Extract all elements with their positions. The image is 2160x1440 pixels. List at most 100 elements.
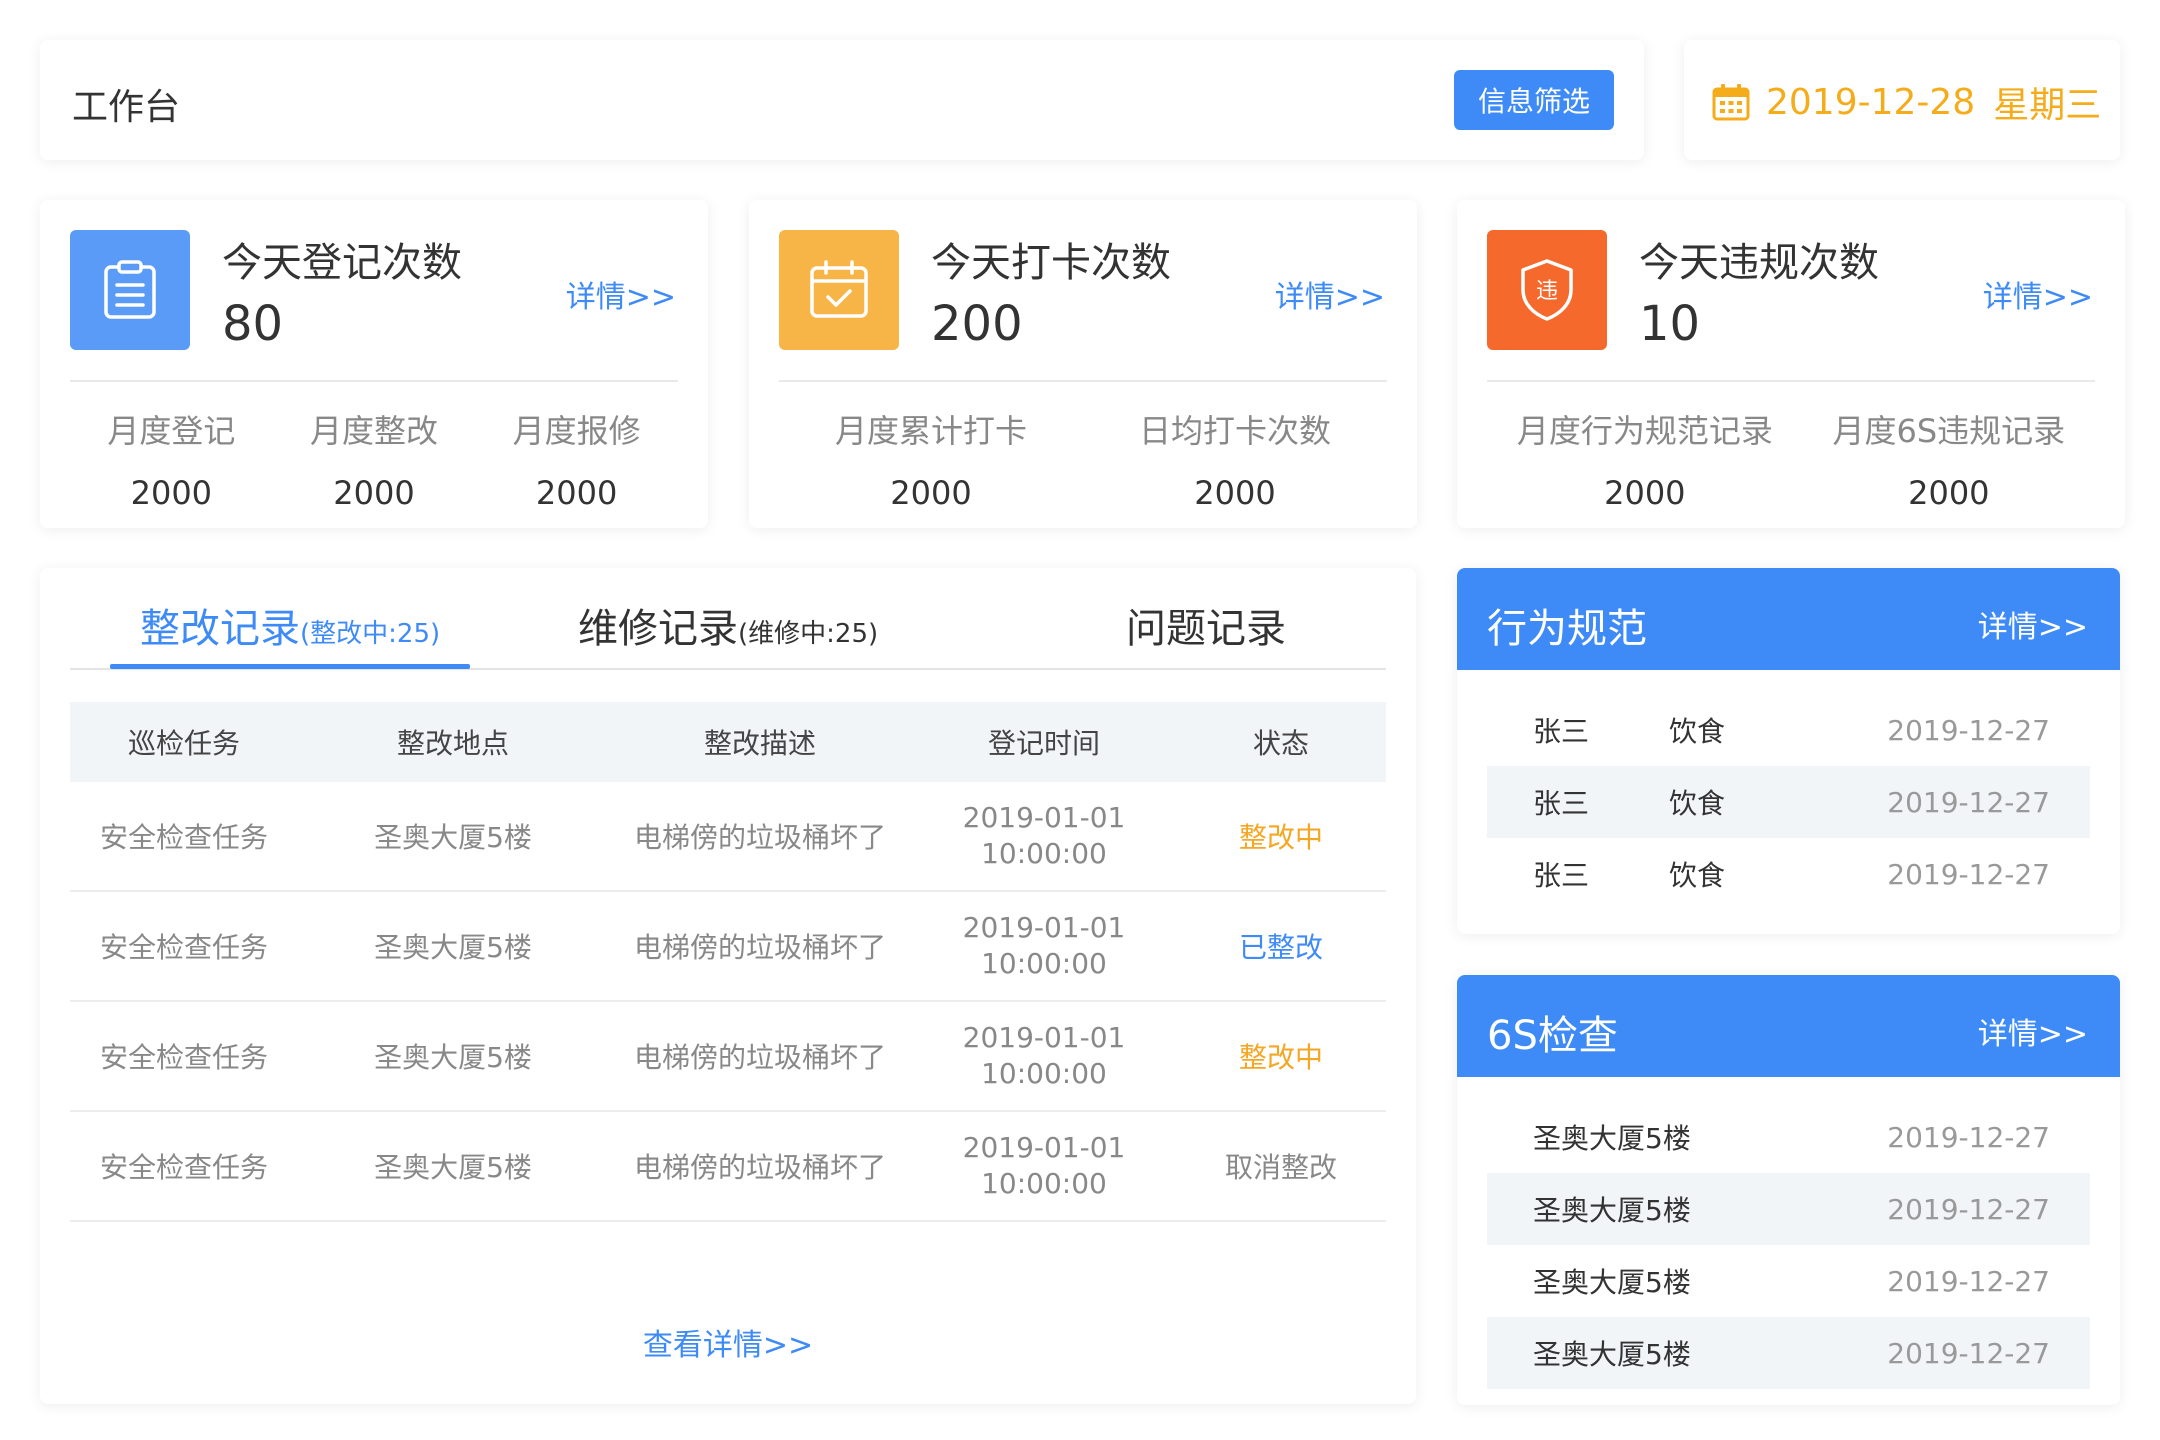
time-text: 10:00:00 <box>981 837 1107 870</box>
sub-stat-value: 2000 <box>1604 474 1686 512</box>
list-item[interactable]: 张三 饮食 2019-12-27 <box>1487 838 2090 910</box>
shield-violation-icon: 违 <box>1487 230 1607 350</box>
date: 2019-12-27 <box>1887 1120 2050 1154</box>
stat-title: 今天违规次数 <box>1639 240 1879 286</box>
header-bar: 工作台 信息筛选 <box>40 40 1644 160</box>
sub-stat-value: 2000 <box>535 474 618 512</box>
filter-button[interactable]: 信息筛选 <box>1454 70 1614 130</box>
current-weekday: 星期三 <box>1993 85 2102 126</box>
active-tab-indicator <box>110 664 470 669</box>
place-cell: 圣奥大厦5楼 <box>374 821 532 854</box>
date: 2019-12-27 <box>1887 1192 2050 1226</box>
shield-label: 违 <box>1536 279 1558 304</box>
sub-stat-label: 月度行为规范记录 <box>1516 412 1773 450</box>
divider <box>1487 380 2095 382</box>
panel-title: 6S检查 <box>1487 1013 1618 1059</box>
location: 圣奥大厦5楼 <box>1533 1338 1691 1371</box>
stat-title: 今天打卡次数 <box>931 240 1171 286</box>
date: 2019-12-27 <box>1887 713 2050 747</box>
place-cell: 圣奥大厦5楼 <box>374 931 532 964</box>
time-text: 10:00:00 <box>981 947 1107 980</box>
table-row[interactable]: 安全检查任务 圣奥大厦5楼 电梯傍的垃圾桶坏了 2019-01-01 10:00… <box>70 782 1386 892</box>
tab-maintenance[interactable]: 维修记录(维修中:25) <box>578 596 878 654</box>
column-header: 巡检任务 <box>127 727 240 760</box>
date-text: 2019-01-01 <box>962 1021 1126 1054</box>
sub-stat: 月度整改 2000 <box>310 406 438 512</box>
person-name: 张三 <box>1533 715 1590 748</box>
column-header: 整改地点 <box>396 727 509 760</box>
date-text: 2019-01-01 <box>962 911 1126 944</box>
tab-count: (维修中:25) <box>738 619 879 649</box>
inspection-detail-link[interactable]: 详情>> <box>1978 1009 2088 1053</box>
date-card: 2019-12-28 星期三 <box>1684 40 2120 160</box>
clipboard-icon <box>70 230 190 350</box>
table-header: 巡检任务 整改地点 整改描述 登记时间 状态 <box>70 702 1386 782</box>
task-cell: 安全检查任务 <box>99 931 268 964</box>
description-cell: 电梯傍的垃圾桶坏了 <box>633 1151 886 1184</box>
list-item[interactable]: 圣奥大厦5楼 2019-12-27 <box>1487 1101 2090 1173</box>
status-cell: 整改中 <box>1238 1041 1323 1074</box>
list-item[interactable]: 张三 饮食 2019-12-27 <box>1487 766 2090 838</box>
sub-stat-value: 2000 <box>333 474 415 512</box>
page-title: 工作台 <box>72 87 181 128</box>
list-item[interactable]: 张三 饮食 2019-12-27 <box>1487 694 2090 766</box>
category: 饮食 <box>1669 787 1726 820</box>
sub-stat-value: 2000 <box>130 474 213 512</box>
time-text: 10:00:00 <box>981 1167 1107 1200</box>
sub-stat: 月度登记 2000 <box>107 406 235 512</box>
stat-detail-link[interactable]: 详情>> <box>1275 272 1385 316</box>
status-cell: 整改中 <box>1238 821 1323 854</box>
behavior-header: 行为规范 详情>> <box>1457 568 2120 670</box>
date: 2019-12-27 <box>1887 1264 2050 1298</box>
column-header: 整改描述 <box>703 727 816 760</box>
status-cell: 取消整改 <box>1224 1151 1337 1184</box>
date: 2019-12-27 <box>1887 1336 2050 1370</box>
sub-stat-label: 月度整改 <box>309 412 438 450</box>
sub-stat-label: 月度6S违规记录 <box>1832 412 2066 450</box>
stat-title: 今天登记次数 <box>222 240 462 286</box>
table-row[interactable]: 安全检查任务 圣奥大厦5楼 电梯傍的垃圾桶坏了 2019-01-01 10:00… <box>70 1112 1386 1222</box>
time-cell: 2019-01-01 10:00:00 <box>912 1020 1176 1092</box>
sub-stat: 月度6S违规记录 2000 <box>1832 406 2065 512</box>
date: 2019-12-27 <box>1887 785 2050 819</box>
sub-stat-value: 2000 <box>890 474 972 512</box>
stat-detail-link[interactable]: 详情>> <box>566 272 676 316</box>
column-header: 登记时间 <box>987 727 1100 760</box>
stat-card-checkins: 今天打卡次数 200 详情>> 月度累计打卡 2000 日均打卡次数 2000 <box>749 200 1417 528</box>
sub-stat-label: 月度累计打卡 <box>834 412 1027 450</box>
table-row[interactable]: 安全检查任务 圣奥大厦5楼 电梯傍的垃圾桶坏了 2019-01-01 10:00… <box>70 1002 1386 1112</box>
task-cell: 安全检查任务 <box>99 821 268 854</box>
behavior-detail-link[interactable]: 详情>> <box>1978 602 2088 646</box>
stat-detail-link[interactable]: 详情>> <box>1983 272 2093 316</box>
description-cell: 电梯傍的垃圾桶坏了 <box>633 1041 886 1074</box>
view-details-link[interactable]: 查看详情>> <box>40 1320 1416 1364</box>
date-text: 2019-01-01 <box>962 801 1126 834</box>
tab-label: 问题记录 <box>1126 606 1286 652</box>
time-cell: 2019-01-01 10:00:00 <box>912 800 1176 872</box>
list-item[interactable]: 圣奥大厦5楼 2019-12-27 <box>1487 1173 2090 1245</box>
list-item[interactable]: 圣奥大厦5楼 2019-12-27 <box>1487 1317 2090 1389</box>
table-row[interactable]: 安全检查任务 圣奥大厦5楼 电梯傍的垃圾桶坏了 2019-01-01 10:00… <box>70 892 1386 1002</box>
tab-count: (整改中:25) <box>300 619 441 649</box>
tab-issues[interactable]: 问题记录 <box>1126 596 1286 654</box>
tab-rectification[interactable]: 整改记录(整改中:25) <box>140 596 440 654</box>
sub-stat: 月度累计打卡 2000 <box>835 406 1027 512</box>
calendar-check-icon <box>779 230 899 350</box>
description-cell: 电梯傍的垃圾桶坏了 <box>633 931 886 964</box>
place-cell: 圣奥大厦5楼 <box>374 1151 532 1184</box>
list-item[interactable]: 圣奥大厦5楼 2019-12-27 <box>1487 1245 2090 1317</box>
time-cell: 2019-01-01 10:00:00 <box>912 910 1176 982</box>
inspection-panel: 6S检查 详情>> 圣奥大厦5楼 2019-12-27 圣奥大厦5楼 2019-… <box>1457 975 2120 1405</box>
behavior-panel: 行为规范 详情>> 张三 饮食 2019-12-27 张三 饮食 2019-12… <box>1457 568 2120 934</box>
sub-stat-label: 月度报修 <box>512 412 641 450</box>
sub-stat-label: 月度登记 <box>107 412 236 450</box>
tab-label: 整改记录 <box>140 606 300 652</box>
records-table: 巡检任务 整改地点 整改描述 登记时间 状态 安全检查任务 圣奥大厦5楼 电梯傍… <box>70 702 1386 1222</box>
sub-stat: 月度行为规范记录 2000 <box>1517 406 1773 512</box>
divider <box>779 380 1387 382</box>
sub-stat-value: 2000 <box>1194 474 1276 512</box>
behavior-list: 张三 饮食 2019-12-27 张三 饮食 2019-12-27 张三 饮食 … <box>1487 694 2090 910</box>
time-cell: 2019-01-01 10:00:00 <box>912 1130 1176 1202</box>
panel-title: 行为规范 <box>1487 606 1647 652</box>
person-name: 张三 <box>1533 859 1590 892</box>
